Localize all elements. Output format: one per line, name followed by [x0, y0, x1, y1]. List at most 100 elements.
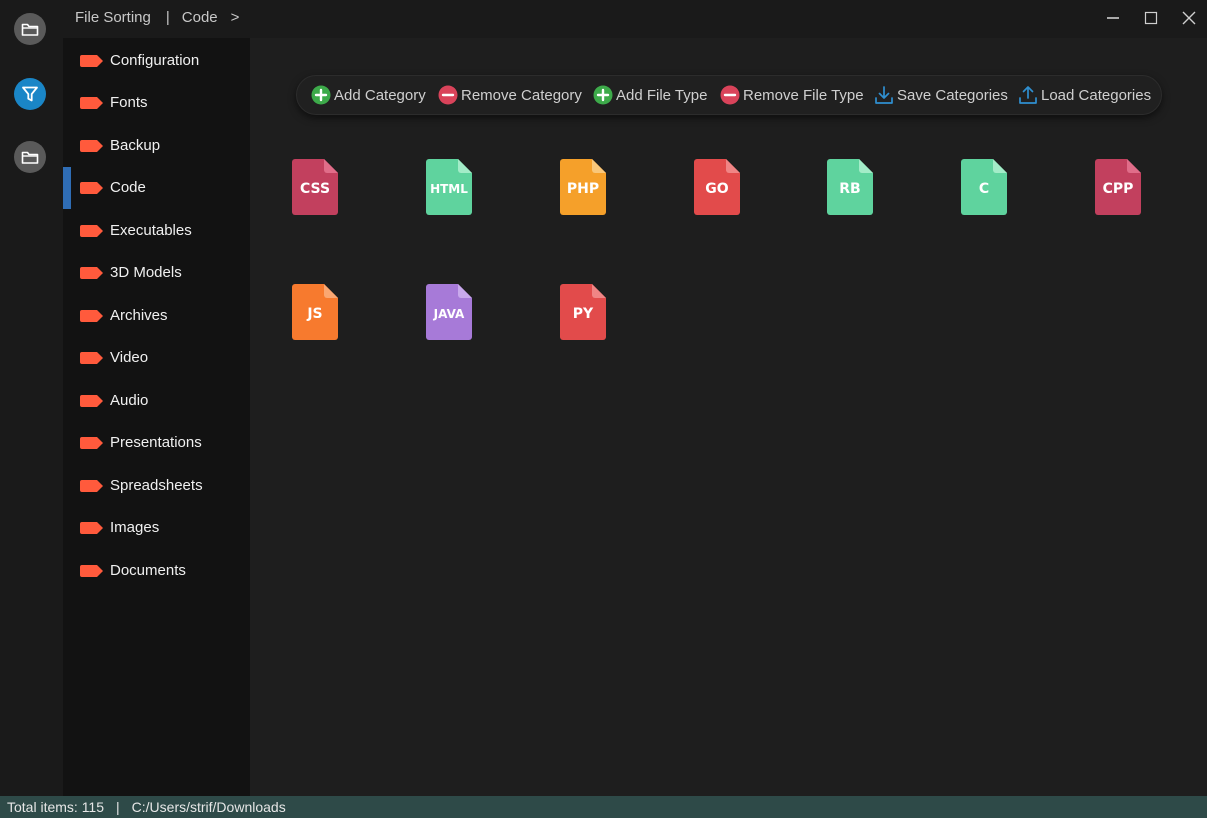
rail-button-files[interactable] — [14, 13, 46, 45]
file-type-css[interactable]: CSS — [292, 159, 340, 217]
breadcrumb-current[interactable]: Code — [182, 9, 218, 26]
remove-category-button[interactable]: Remove Category — [438, 84, 582, 106]
breadcrumb-app[interactable]: File Sorting — [75, 9, 151, 26]
sidebar-item-backup[interactable]: Backup — [63, 127, 250, 163]
load-categories-button[interactable]: Load Categories — [1018, 84, 1151, 106]
upload-icon — [1019, 86, 1037, 104]
sidebar-item-images[interactable]: Images — [63, 509, 250, 545]
sidebar-item-label: Configuration — [110, 51, 200, 69]
file-type-label: GO — [705, 181, 729, 197]
sidebar-item-label: Executables — [110, 221, 192, 239]
tag-icon — [80, 97, 103, 109]
title-bar: File Sorting | Code > — [0, 0, 1207, 38]
sidebar-item-code[interactable]: Code — [63, 167, 250, 209]
add-category-button[interactable]: Add Category — [311, 84, 426, 106]
load-categories-label: Load Categories — [1041, 86, 1152, 104]
sidebar-item-label: Audio — [110, 391, 149, 409]
minimize-icon — [1107, 17, 1119, 19]
active-indicator — [63, 167, 71, 209]
category-toolbar: Add Category Remove Category Add File Ty… — [296, 75, 1162, 115]
close-icon — [1182, 11, 1196, 25]
file-type-label: JS — [307, 306, 323, 322]
add-file-type-label: Add File Type — [616, 86, 708, 104]
file-type-java[interactable]: JAVA — [426, 284, 474, 342]
sidebar-item-fonts[interactable]: Fonts — [63, 84, 250, 120]
sidebar-item-presentations[interactable]: Presentations — [63, 424, 250, 460]
sidebar-item-label: Spreadsheets — [110, 476, 203, 494]
sidebar-item-label: Images — [110, 518, 160, 536]
status-separator: | — [116, 799, 120, 815]
main-panel: Add Category Remove Category Add File Ty… — [250, 38, 1207, 796]
folder-icon — [21, 23, 39, 36]
remove-file-type-button[interactable]: Remove File Type — [720, 84, 864, 106]
tag-icon — [80, 395, 103, 407]
file-type-label: RB — [839, 181, 861, 197]
category-sidebar: Configuration Fonts Backup Code Executab… — [63, 38, 250, 796]
add-category-label: Add Category — [334, 86, 426, 104]
sidebar-item-label: Documents — [110, 561, 186, 579]
file-type-label: C — [978, 181, 990, 197]
plus-circle-icon — [593, 85, 613, 105]
minimize-button[interactable] — [1096, 4, 1130, 32]
save-categories-button[interactable]: Save Categories — [874, 84, 1008, 106]
status-bar: Total items: 115 | C:/Users/strif/Download… — [0, 796, 1207, 818]
sidebar-item-audio[interactable]: Audio — [63, 382, 250, 418]
tag-icon — [80, 522, 103, 534]
tag-icon — [80, 310, 103, 322]
file-type-label: CSS — [299, 181, 331, 197]
tag-icon — [80, 352, 103, 364]
file-type-label: JAVA — [433, 307, 465, 321]
file-type-label: PY — [572, 306, 594, 322]
maximize-icon — [1144, 11, 1158, 25]
current-path[interactable]: C:/Users/strif/Downloads — [132, 799, 286, 815]
file-type-go[interactable]: GO — [694, 159, 742, 217]
file-type-cpp[interactable]: CPP — [1095, 159, 1143, 217]
total-items: Total items: 115 — [7, 799, 105, 815]
download-icon — [875, 86, 893, 104]
remove-file-type-label: Remove File Type — [743, 86, 864, 104]
rail-button-folders[interactable] — [14, 141, 46, 173]
sidebar-item-configuration[interactable]: Configuration — [63, 42, 250, 78]
sidebar-item-label: Backup — [110, 136, 161, 154]
sidebar-item-label: Fonts — [110, 93, 148, 111]
file-type-label: HTML — [430, 182, 468, 196]
file-type-php[interactable]: PHP — [560, 159, 608, 217]
rail-button-sorting[interactable] — [14, 78, 46, 110]
tag-icon — [80, 565, 103, 577]
minus-circle-icon — [720, 85, 740, 105]
file-type-js[interactable]: JS — [292, 284, 340, 342]
tag-icon — [80, 182, 103, 194]
minus-circle-icon — [438, 85, 458, 105]
breadcrumb-arrow: > — [230, 9, 240, 26]
tag-icon — [80, 437, 103, 449]
sidebar-item-archives[interactable]: Archives — [63, 297, 250, 333]
maximize-button[interactable] — [1134, 4, 1168, 32]
add-file-type-button[interactable]: Add File Type — [593, 84, 707, 106]
folder-icon — [21, 151, 39, 164]
tag-icon — [80, 225, 103, 237]
tag-icon — [80, 140, 103, 152]
sidebar-item-label: Code — [110, 178, 146, 196]
tag-icon — [80, 267, 103, 279]
sidebar-item-video[interactable]: Video — [63, 339, 250, 375]
sidebar-item-spreadsheets[interactable]: Spreadsheets — [63, 467, 250, 503]
tag-icon — [80, 480, 103, 492]
save-categories-label: Save Categories — [897, 86, 1008, 104]
file-type-label: PHP — [566, 181, 600, 197]
sidebar-item-documents[interactable]: Documents — [63, 552, 250, 588]
file-type-py[interactable]: PY — [560, 284, 608, 342]
file-type-html[interactable]: HTML — [426, 159, 474, 217]
sidebar-item-label: Presentations — [110, 433, 202, 451]
filter-icon — [22, 86, 38, 102]
sidebar-item-executables[interactable]: Executables — [63, 212, 250, 248]
close-button[interactable] — [1172, 4, 1206, 32]
file-type-rb[interactable]: RB — [827, 159, 875, 217]
sidebar-item-3d-models[interactable]: 3D Models — [63, 254, 250, 290]
sidebar-item-label: 3D Models — [110, 263, 182, 281]
remove-category-label: Remove Category — [461, 86, 582, 104]
plus-circle-icon — [311, 85, 331, 105]
tag-icon — [80, 55, 103, 67]
sidebar-item-label: Video — [110, 348, 149, 366]
file-type-label: CPP — [1102, 181, 1134, 197]
file-type-c[interactable]: C — [961, 159, 1009, 217]
